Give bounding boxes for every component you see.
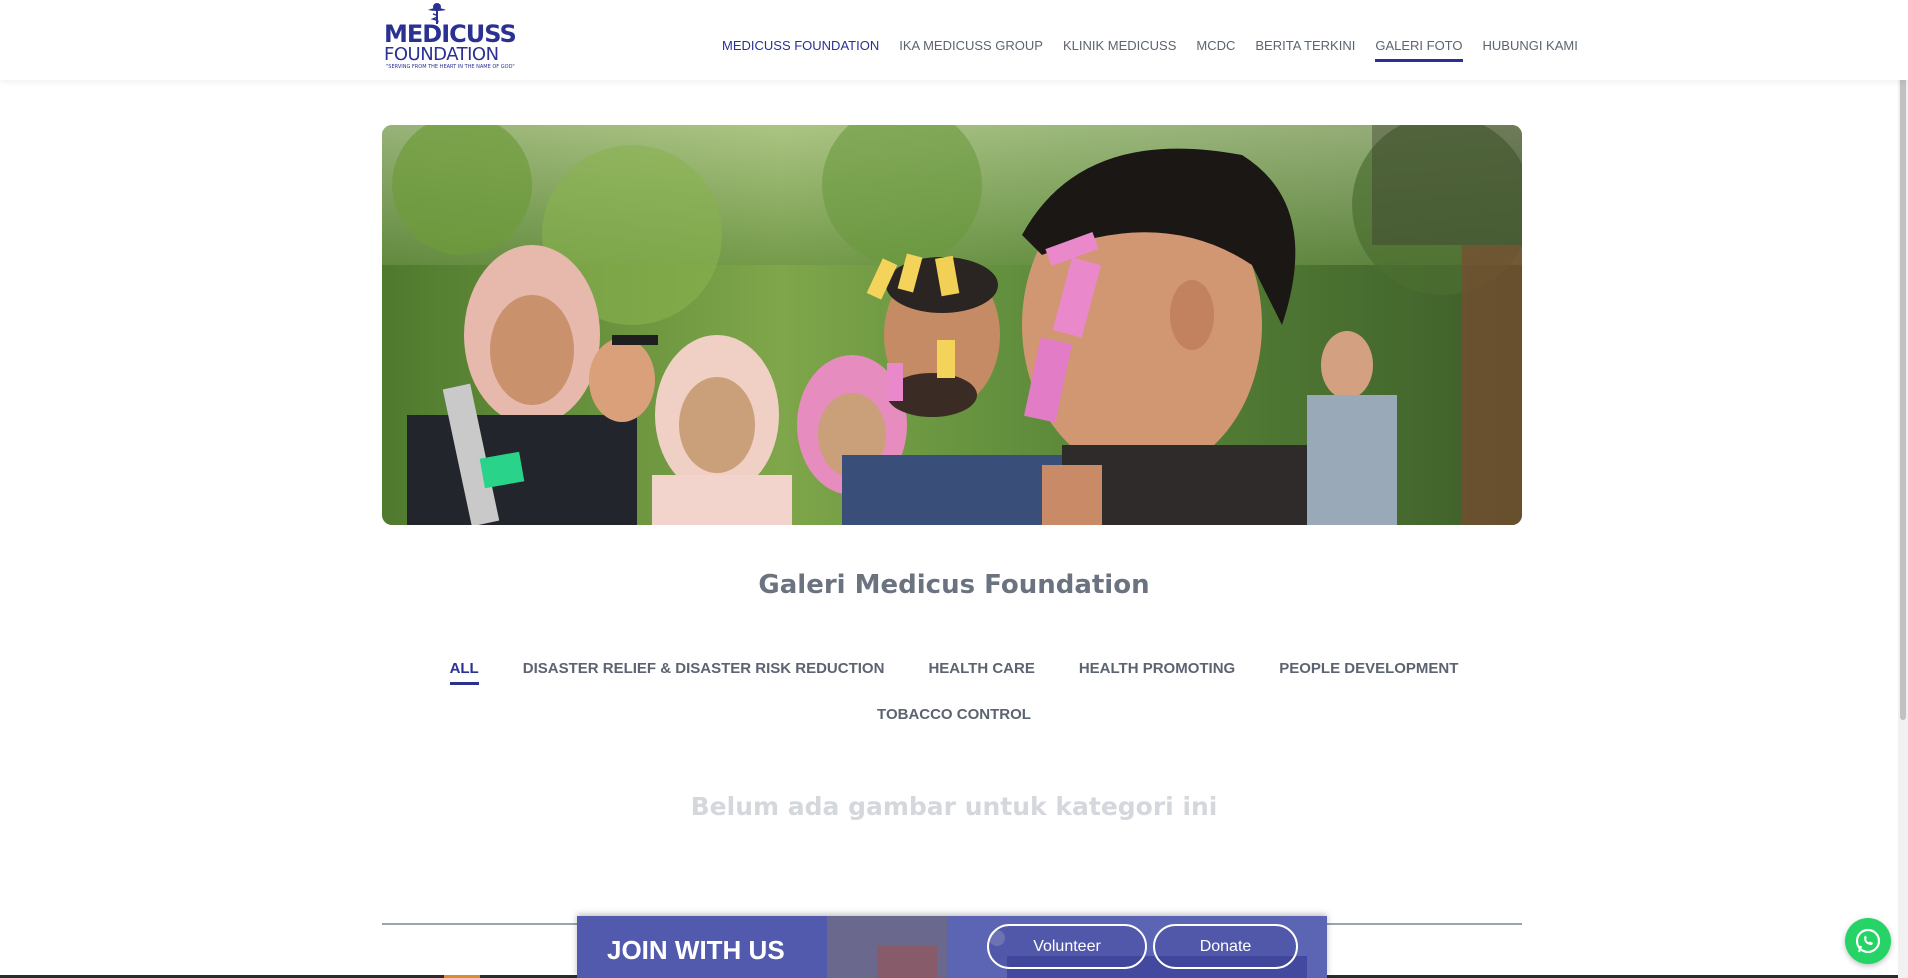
nav-item-hubungi-kami[interactable]: HUBUNGI KAMI [1483,38,1578,62]
nav-item-berita-terkini[interactable]: BERITA TERKINI [1255,38,1355,62]
tab-disaster-relief[interactable]: DISASTER RELIEF & DISASTER RISK REDUCTIO… [523,660,885,685]
gallery-category-tabs-row2: TOBACCO CONTROL [0,706,1908,731]
donate-button[interactable]: Donate [1153,924,1298,969]
main-nav: MEDICUSS FOUNDATION IKA MEDICUSS GROUP K… [722,38,1598,62]
page-scrollbar[interactable] [1898,0,1908,978]
nav-item-galeri-foto[interactable]: GALERI FOTO [1375,38,1463,62]
site-logo[interactable]: MEDICUSS FOUNDATION "SERVING FROM THE HE… [384,2,517,72]
empty-gallery-message: Belum ada gambar untuk kategori ini [690,792,1218,821]
volunteer-button[interactable]: Volunteer [987,924,1147,969]
whatsapp-chat-button[interactable] [1845,918,1891,964]
join-banner: JOIN WITH US Volunteer Donate [577,916,1327,978]
tab-all[interactable]: ALL [449,660,479,685]
scrollbar-thumb[interactable] [1900,0,1906,720]
join-label: JOIN WITH US [607,935,785,965]
hero-photo [382,125,1522,525]
gallery-category-tabs: ALL DISASTER RELIEF & DISASTER RISK REDU… [0,660,1908,685]
nav-item-mcdc[interactable]: MCDC [1196,38,1235,62]
tab-tobacco-control[interactable]: TOBACCO CONTROL [877,706,1031,731]
logo-line2: FOUNDATION [384,44,499,65]
gallery-title: Galeri Medicus Foundation [758,570,1150,600]
nav-item-klinik-medicuss[interactable]: KLINIK MEDICUSS [1063,38,1176,62]
nav-item-ika-medicuss-group[interactable]: IKA MEDICUSS GROUP [899,38,1043,62]
tab-people-development[interactable]: PEOPLE DEVELOPMENT [1279,660,1458,685]
tab-health-care[interactable]: HEALTH CARE [928,660,1034,685]
site-header: MEDICUSS FOUNDATION "SERVING FROM THE HE… [0,0,1908,80]
whatsapp-icon [1855,928,1881,954]
hero-image [382,125,1522,525]
tab-health-promoting[interactable]: HEALTH PROMOTING [1079,660,1235,685]
nav-item-medicuss-foundation[interactable]: MEDICUSS FOUNDATION [722,38,879,62]
logo-tagline: "SERVING FROM THE HEART IN THE NAME OF G… [386,64,515,70]
